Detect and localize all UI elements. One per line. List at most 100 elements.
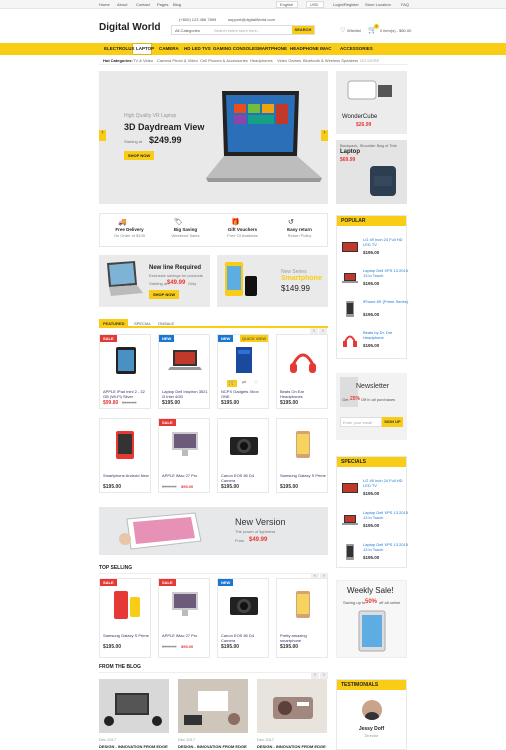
weekly-post: off all online xyxy=(379,600,401,605)
product-card[interactable]: SALE APPLE iMac 27 Pro $190.00 $95.00 xyxy=(158,418,210,493)
heart-icon[interactable]: ♡ xyxy=(340,27,345,34)
weekly-sale-widget[interactable]: Weekly Sale! Saving up to 50% off all on… xyxy=(336,580,407,658)
nav-item[interactable]: CAMERA xyxy=(159,46,179,51)
product-card[interactable]: Pretty amazing smartphone $195.00 xyxy=(276,578,328,658)
wondercube-banner[interactable]: WonderCube $26.99 xyxy=(336,71,407,134)
popular-item[interactable]: LG 49 Inch 24 Full HD LED TV $195.00 xyxy=(341,236,409,260)
search-button[interactable]: SEARCH xyxy=(292,26,314,34)
add-to-cart-icon[interactable]: 🛒 xyxy=(227,380,237,387)
nav-item[interactable]: IMAC xyxy=(320,46,332,51)
product-name[interactable]: APPLE iPad mini 2 - 32 GB (Wi-Fi) Silver xyxy=(103,389,150,399)
topbar-contact-link[interactable]: Contact xyxy=(136,2,150,7)
category-link[interactable]: Headphones xyxy=(250,58,273,63)
topbar-pages-link[interactable]: Pages xyxy=(157,2,168,7)
wishlist-icon[interactable]: ♡ xyxy=(251,380,261,387)
popular-item-name[interactable]: iPhone 6S (Prime Series) xyxy=(363,299,409,305)
search-input[interactable]: Search entire store here... xyxy=(214,28,260,33)
product-name[interactable]: APPLE iMac 27 Pro xyxy=(162,473,209,479)
product-card[interactable]: Samsung Galaxy S Prime $195.00 xyxy=(276,418,328,493)
hero-next-arrow[interactable]: › xyxy=(321,130,328,141)
product-name[interactable]: Samsung Galaxy S Prime xyxy=(280,473,327,479)
popular-item[interactable]: Laptop Dell XPS 13 2015 13 in Touch $195.… xyxy=(341,267,409,291)
popular-item[interactable]: iPhone 6S (Prime Series) $195.00 xyxy=(341,298,409,322)
search-bar: All Categories Search entire store here.… xyxy=(171,25,315,35)
promo-smartphone-banner[interactable]: New Series Smartphone $149.99 xyxy=(217,255,328,307)
nav-item[interactable]: GAMING CONSOLE xyxy=(213,46,255,51)
specials-item[interactable]: LG 49 Inch 24 Full HD LED TV $195.00 xyxy=(341,477,409,501)
product-name[interactable]: Samsung Galaxy S Prime xyxy=(103,633,150,639)
product-card[interactable]: NEW QUICK VIEW 🛒 ⇄ ♡ NCPX Gadgets Xbox O… xyxy=(217,334,269,409)
nav-item[interactable]: LAPTOP xyxy=(136,46,154,51)
product-name[interactable]: APPLE iMac 27 Pro xyxy=(162,633,209,639)
go-more-link[interactable]: GO MORE xyxy=(360,58,379,63)
store-location-link[interactable]: Store Location xyxy=(365,2,391,7)
login-link[interactable]: Login/Register xyxy=(333,2,359,7)
blog-post-image[interactable] xyxy=(257,679,327,733)
search-category-select[interactable]: All Categories xyxy=(175,28,200,33)
product-card[interactable]: SALE Samsung Galaxy S Prime $195.00 xyxy=(99,578,151,658)
specials-item[interactable]: Laptop Dell XPS 13 2015 13 in Touch $195.… xyxy=(341,541,409,565)
tab-featured[interactable]: FEATURED xyxy=(99,319,129,327)
next-arrow[interactable]: › xyxy=(320,672,328,679)
blog-post-title[interactable]: DESIGN - INNOVATION FROM EDGE xyxy=(178,744,247,749)
newsletter-email-input[interactable]: Enter your email xyxy=(340,417,382,427)
popular-item-name[interactable]: Beats by Dr. Dre Headphone xyxy=(363,330,409,340)
language-select[interactable]: English xyxy=(276,1,298,8)
popular-item[interactable]: Beats by Dr. Dre Headphone $195.00 xyxy=(341,329,409,353)
prev-arrow[interactable]: ‹ xyxy=(311,672,319,679)
cart-summary[interactable]: 0 item(s) - $50.00 xyxy=(380,28,411,33)
currency-select[interactable]: USD xyxy=(306,1,324,8)
nav-item[interactable]: HD LED TVS xyxy=(184,46,211,51)
product-name[interactable]: Pretty amazing smartphone xyxy=(280,633,327,643)
laptop-bag-banner[interactable]: Backpack, Shoulder Bag of Tote Laptop $6… xyxy=(336,140,407,204)
hero-shop-now-button[interactable]: SHOP NOW xyxy=(124,151,155,160)
topbar-about-link[interactable]: About xyxy=(117,2,127,7)
product-name[interactable]: NCPX Gadgets Xbox ONE xyxy=(221,389,268,399)
product-card[interactable]: NEW Canon EOS 80 D4 Camera $195.00 xyxy=(217,578,269,658)
compare-icon[interactable]: ⇄ xyxy=(239,380,249,387)
promo1-shop-now-button[interactable]: SHOP NOW xyxy=(149,290,180,299)
product-card[interactable]: Beats On Ear Headphones $195.00 xyxy=(276,334,328,409)
category-link[interactable]: Cell Phones & Accessories xyxy=(200,58,248,63)
specials-item-name[interactable]: LG 49 Inch 24 Full HD LED TV xyxy=(363,478,409,488)
product-card[interactable]: NEW Laptop Dell Inspiron 3521 i3 Intel 4… xyxy=(158,334,210,409)
blog-post-image[interactable] xyxy=(99,679,169,733)
product-name[interactable]: Laptop Dell Inspiron 3521 i3 Intel 4GB xyxy=(162,389,209,399)
product-card[interactable]: SALE APPLE iMac 27 Pro $190.00 $95.00 xyxy=(158,578,210,658)
nav-item[interactable]: ACCESSORIES xyxy=(340,46,373,51)
hero-prev-arrow[interactable]: ‹ xyxy=(99,130,106,141)
specials-item-name[interactable]: Laptop Dell XPS 13 2015 13 in Touch xyxy=(363,542,409,552)
product-name[interactable]: Smartphone Android New xyxy=(103,473,150,479)
nav-item[interactable]: HEADPHONE xyxy=(290,46,319,51)
product-name[interactable]: Canon EOS 80 D4 Camera xyxy=(221,633,268,643)
category-link[interactable]: Bluetooth & Wireless Speakers xyxy=(303,58,358,63)
product-name[interactable]: Beats On Ear Headphones xyxy=(280,389,327,399)
category-link[interactable]: Camera Photo & Video xyxy=(157,58,198,63)
product-card[interactable]: SALE APPLE iPad mini 2 - 32 GB (Wi-Fi) S… xyxy=(99,334,151,409)
product-card[interactable]: Smartphone Android New $195.00 xyxy=(99,418,151,493)
promo-laptop-banner[interactable]: New line Required Exclusive savings for … xyxy=(99,255,210,307)
faq-link[interactable]: FAQ xyxy=(401,2,409,7)
tab-onsale[interactable]: ONSALE xyxy=(158,321,174,326)
tab-special[interactable]: SPECIAL xyxy=(134,321,151,326)
category-link[interactable]: Video Games xyxy=(277,58,301,63)
category-link[interactable]: TV & Video xyxy=(133,58,153,63)
popular-item-name[interactable]: Laptop Dell XPS 13 2015 13 in Touch xyxy=(363,268,409,278)
wishlist-link[interactable]: Wishlist xyxy=(347,28,361,33)
nav-item[interactable]: SMARTPHONE xyxy=(255,46,287,51)
nav-item[interactable]: ELECTROLUX xyxy=(104,46,135,51)
product-name[interactable]: Canon EOS 80 D4 Camera xyxy=(221,473,268,483)
specials-item-name[interactable]: Laptop Dell XPS 13 2015 13 in Touch xyxy=(363,510,409,520)
topbar-home-link[interactable]: Home xyxy=(99,2,110,7)
newsletter-signup-button[interactable]: SIGN UP xyxy=(382,417,403,427)
blog-post-title[interactable]: DESIGN - INNOVATION FROM EDGE xyxy=(99,744,168,749)
quick-view-button[interactable]: QUICK VIEW xyxy=(239,335,268,342)
blog-post-title[interactable]: DESIGN - INNOVATION FROM EDGE xyxy=(257,744,326,749)
product-card[interactable]: Canon EOS 80 D4 Camera $195.00 xyxy=(217,418,269,493)
blog-post-image[interactable] xyxy=(178,679,248,733)
specials-item[interactable]: Laptop Dell XPS 13 2015 13 in Touch $195.… xyxy=(341,509,409,533)
popular-item-name[interactable]: LG 49 Inch 24 Full HD LED TV xyxy=(363,237,409,247)
topbar-blog-link[interactable]: Blog xyxy=(173,2,181,7)
site-logo[interactable]: Digital World xyxy=(99,22,160,33)
new-version-banner[interactable]: New Version The power of lightness From … xyxy=(99,507,328,555)
